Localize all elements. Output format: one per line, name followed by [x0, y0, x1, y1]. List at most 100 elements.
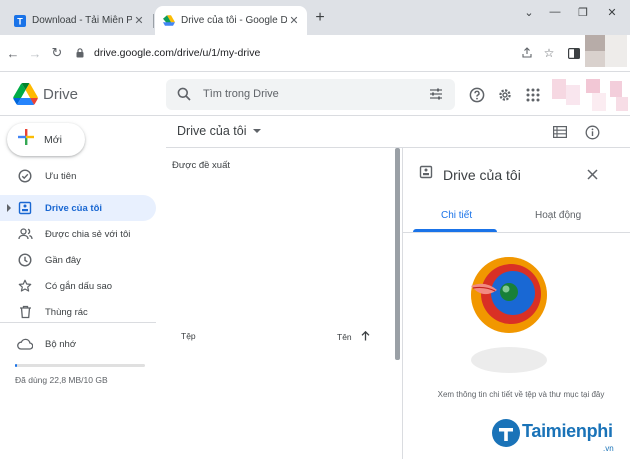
- drive-logo-icon[interactable]: [13, 83, 38, 110]
- cloud-icon: [17, 336, 33, 352]
- avatar-pixel: [610, 81, 622, 97]
- details-panel: Drive của tôi Chi tiết Hoạt động Xem thô…: [402, 148, 630, 459]
- my-drive-icon: [419, 165, 433, 184]
- avatar-pixel: [586, 79, 600, 93]
- star-icon: [17, 278, 33, 294]
- profile-avatar-pixel: [605, 35, 627, 67]
- sidebar-item-label: Drive của tôi: [45, 202, 103, 214]
- details-title: Drive của tôi: [443, 166, 521, 183]
- drive-search-box[interactable]: Tìm trong Drive: [166, 79, 455, 110]
- browser-tab-title: Drive của tôi - Google Drive: [181, 15, 287, 26]
- browser-toolbar: ← → ↻ drive.google.com/drive/u/1/my-driv…: [0, 35, 630, 72]
- bookmark-star-icon[interactable]: ☆: [540, 44, 558, 62]
- side-panel-icon[interactable]: [565, 44, 583, 62]
- sidebar-item-recent[interactable]: Gần đây: [0, 247, 156, 273]
- storage-progress-fill: [15, 364, 17, 367]
- details-tabs-divider: [403, 232, 630, 233]
- tab-separator: [153, 14, 154, 28]
- search-icon[interactable]: [177, 87, 191, 106]
- avatar-pixel: [592, 93, 606, 111]
- shared-people-icon: [17, 226, 33, 242]
- new-tab-button[interactable]: +: [311, 9, 329, 27]
- dropdown-arrow-icon: [253, 129, 262, 133]
- watermark-suffix: .vn: [603, 444, 614, 453]
- sidebar-item-label: Có gắn dấu sao: [45, 280, 113, 292]
- sidebar-item-my-drive[interactable]: Drive của tôi: [0, 195, 156, 221]
- browser-tabstrip: T Download - Tải Miễn Phí VN - P ✕ Drive…: [0, 0, 630, 35]
- browser-tab-download[interactable]: T Download - Tải Miễn Phí VN - P ✕: [4, 6, 152, 35]
- sidebar-item-priority[interactable]: Ưu tiên: [0, 163, 156, 189]
- empty-details-illustration: [467, 248, 557, 383]
- new-button[interactable]: Mới: [7, 123, 85, 156]
- clock-icon: [17, 252, 33, 268]
- close-icon[interactable]: [583, 165, 601, 183]
- storage-progress-bar: [15, 364, 145, 367]
- sidebar-item-label: Thùng rác: [45, 306, 88, 318]
- sidebar-item-storage[interactable]: Bộ nhớ: [0, 331, 156, 357]
- expand-caret-icon[interactable]: [7, 204, 11, 212]
- files-column-header: Tệp: [181, 331, 196, 341]
- taimienphi-favicon-icon: T: [14, 14, 26, 27]
- taimienphi-watermark: Taimienphi .vn: [491, 418, 628, 458]
- drive-brand-name[interactable]: Drive: [43, 86, 78, 103]
- minimize-icon[interactable]: —: [541, 2, 569, 22]
- account-avatar[interactable]: [552, 79, 630, 113]
- settings-gear-icon[interactable]: [496, 86, 514, 104]
- search-options-icon[interactable]: [429, 87, 443, 106]
- restore-icon[interactable]: ❐: [569, 2, 597, 22]
- info-icon[interactable]: [583, 123, 601, 141]
- profile-avatar-pixel[interactable]: [585, 35, 605, 51]
- help-icon[interactable]: [468, 86, 486, 104]
- profile-avatar-pixel: [585, 51, 605, 67]
- sort-ascending-arrow-icon[interactable]: [361, 330, 370, 343]
- search-placeholder: Tìm trong Drive: [203, 88, 279, 100]
- trash-icon: [17, 304, 33, 320]
- main-scrollbar[interactable]: [395, 148, 400, 360]
- address-bar[interactable]: drive.google.com/drive/u/1/my-drive: [74, 40, 564, 66]
- details-empty-message: Xem thông tin chi tiết về tệp và thư mục…: [437, 390, 605, 399]
- sidebar-divider: [0, 322, 156, 323]
- avatar-pixel: [552, 79, 566, 99]
- svg-text:T: T: [17, 16, 23, 26]
- name-column-label: Tên: [337, 332, 352, 342]
- apps-grid-icon[interactable]: [524, 86, 542, 104]
- tab-details[interactable]: Chi tiết: [441, 210, 472, 221]
- priority-check-icon: [17, 168, 33, 184]
- close-window-icon[interactable]: ✕: [598, 2, 626, 22]
- page-title: Drive của tôi: [177, 124, 247, 138]
- tab-activity[interactable]: Hoạt động: [535, 210, 581, 221]
- forward-arrow-icon[interactable]: →: [26, 44, 44, 62]
- close-tab-icon[interactable]: ✕: [287, 14, 301, 28]
- browser-tab-drive[interactable]: Drive của tôi - Google Drive ✕: [155, 6, 307, 35]
- reload-icon[interactable]: ↻: [48, 44, 66, 62]
- sidebar-item-shared-with-me[interactable]: Được chia sẻ với tôi: [0, 221, 156, 247]
- suggested-heading: Được đề xuất: [172, 160, 231, 171]
- sidebar-nav: Ưu tiên Drive của tôi Được chia sẻ với t…: [0, 163, 160, 325]
- colorful-plus-icon: [18, 129, 34, 150]
- sidebar-item-label: Ưu tiên: [45, 170, 77, 182]
- name-sort-header[interactable]: Tên: [337, 330, 370, 343]
- url-text: drive.google.com/drive/u/1/my-drive: [94, 47, 261, 59]
- list-view-icon[interactable]: [551, 123, 569, 141]
- avatar-pixel: [616, 97, 628, 111]
- browser-tab-title: Download - Tải Miễn Phí VN - P: [32, 15, 132, 26]
- drive-header: Drive Tìm trong Drive: [0, 73, 630, 116]
- lock-icon: [74, 48, 86, 58]
- new-button-label: Mới: [44, 133, 62, 146]
- back-arrow-icon[interactable]: ←: [4, 44, 22, 62]
- sidebar-item-starred[interactable]: Có gắn dấu sao: [0, 273, 156, 299]
- share-icon[interactable]: [518, 44, 536, 62]
- taimienphi-logo-icon: [492, 419, 520, 447]
- details-header: Drive của tôi: [419, 165, 521, 184]
- my-drive-dropdown[interactable]: Drive của tôi: [177, 124, 262, 138]
- google-drive-favicon-icon: [163, 15, 175, 27]
- storage-used-text: Đã dùng 22,8 MB/10 GB: [15, 375, 108, 385]
- my-drive-icon: [17, 200, 33, 216]
- watermark-text: Taimienphi: [522, 421, 613, 441]
- close-tab-icon[interactable]: ✕: [132, 14, 146, 28]
- tab-search-chevron-icon[interactable]: ⌄: [515, 2, 543, 22]
- sidebar-item-label: Gần đây: [45, 254, 81, 266]
- sidebar-item-label: Bộ nhớ: [45, 338, 77, 350]
- avatar-pixel: [566, 85, 580, 105]
- sidebar-item-label: Được chia sẻ với tôi: [45, 228, 131, 240]
